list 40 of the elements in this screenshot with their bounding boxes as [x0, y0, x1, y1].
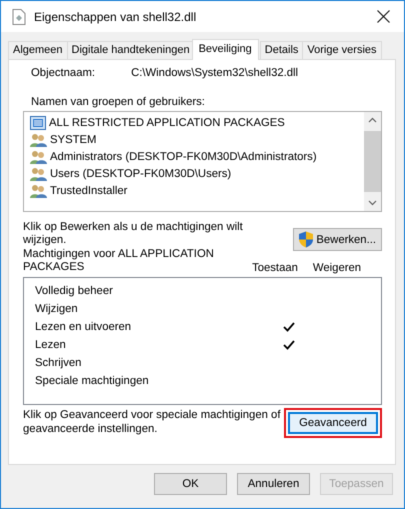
users-icon	[30, 132, 47, 146]
user-group-name[interactable]: TrustedInstaller	[50, 184, 128, 196]
permission-name: Wijzigen	[35, 303, 79, 315]
scroll-down-icon[interactable]	[368, 200, 377, 206]
edit-button[interactable]: Bewerken...	[293, 228, 382, 251]
document-icon	[12, 8, 26, 24]
users-icon	[30, 150, 47, 164]
tab[interactable]: Vorige versies	[302, 41, 382, 59]
users-icon	[30, 166, 47, 180]
object-name-label: Objectnaam:	[31, 66, 96, 78]
permission-name: Lezen	[35, 339, 67, 351]
permission-name: Volledig beheer	[35, 285, 114, 297]
permission-name: Schrijven	[35, 357, 82, 369]
dialog-button[interactable]: OK	[154, 473, 227, 495]
groups-label: Namen van groepen of gebruikers:	[30, 96, 206, 108]
permissions-label: Machtigingen voor ALL APPLICATION PACKAGES	[23, 248, 215, 274]
column-header: Weigeren	[312, 262, 362, 274]
column-header: Toestaan	[251, 262, 299, 274]
scroll-up-icon[interactable]	[368, 117, 377, 123]
object-path: C:\Windows\System32\shell32.dll	[131, 66, 298, 78]
tab[interactable]: Beveiliging	[192, 39, 259, 60]
scrollbar[interactable]	[364, 112, 381, 211]
package-icon	[30, 116, 46, 130]
user-group-name[interactable]: SYSTEM	[50, 134, 96, 146]
advanced-button[interactable]: Geavanceerd	[288, 412, 378, 434]
permission-name: Lezen en uitvoeren	[35, 321, 132, 333]
close-icon[interactable]	[377, 10, 390, 23]
user-group-name[interactable]: Administrators (DESKTOP-FK0M30D\Administrators)	[50, 150, 317, 162]
dialog-button[interactable]: Annuleren	[237, 473, 310, 495]
scroll-thumb[interactable]	[364, 131, 381, 192]
tab[interactable]: Details	[260, 41, 304, 59]
user-group-name[interactable]: ALL RESTRICTED APPLICATION PACKAGES	[49, 116, 285, 128]
tab[interactable]: Algemeen	[8, 41, 68, 59]
users-icon	[30, 184, 47, 198]
permission-name: Speciale machtigingen	[35, 375, 150, 387]
user-group-name[interactable]: Users (DESKTOP-FK0M30D\Users)	[50, 168, 232, 180]
edit-hint: Klik op Bewerken als u de machtigingen wilt wijzigen.	[23, 221, 244, 247]
window-title: Eigenschappen van shell32.dll	[34, 10, 198, 24]
shield-icon	[298, 231, 314, 248]
advanced-hint: Klik op Geavanceerd voor speciale machtigingen of geavanceerde instellingen.	[23, 408, 282, 436]
